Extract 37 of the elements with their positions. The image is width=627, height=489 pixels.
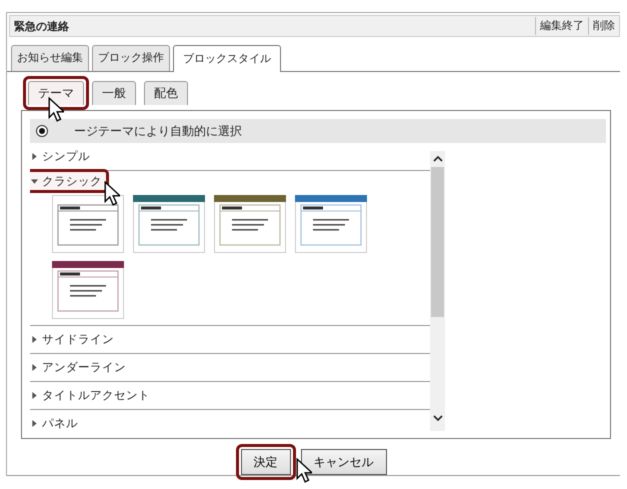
option-row[interactable]: ージテーマにより自動的に選択: [30, 119, 606, 143]
section-header[interactable]: アンダーライン: [30, 352, 133, 383]
dialog-button[interactable]: 決定: [240, 449, 290, 475]
option-label: ージテーマにより自動的に選択: [74, 122, 242, 140]
section-header[interactable]: クラシック: [30, 169, 109, 193]
action-link[interactable]: 削除: [588, 17, 619, 35]
tab[interactable]: 一般: [92, 81, 136, 105]
tab[interactable]: テーマ: [28, 81, 84, 105]
radio-button[interactable]: [36, 125, 48, 137]
cursor-icon: [48, 97, 64, 122]
expand-arrow-icon: [31, 178, 38, 184]
tab[interactable]: お知らせ編集: [11, 45, 89, 71]
scroll-up-icon[interactable]: [432, 156, 442, 162]
theme-thumbnail[interactable]: [295, 195, 367, 253]
tab[interactable]: ブロックスタイル: [173, 45, 281, 72]
theme-thumbnail[interactable]: [214, 195, 286, 253]
section-header[interactable]: パネル: [30, 408, 85, 435]
cursor-icon: [296, 458, 312, 483]
section-header[interactable]: シンプル: [30, 143, 97, 172]
theme-thumbnail[interactable]: [52, 195, 124, 253]
expand-arrow-icon: [31, 336, 38, 343]
theme-thumbnail[interactable]: [133, 195, 205, 253]
panel-title: 緊急の連絡: [13, 18, 70, 34]
scrollbar[interactable]: [430, 151, 445, 431]
tab[interactable]: 配色: [144, 81, 188, 105]
tab[interactable]: ブロック操作: [92, 45, 170, 71]
action-link[interactable]: 編集終了: [535, 17, 588, 35]
expand-arrow-icon: [31, 364, 38, 371]
cursor-icon: [104, 181, 120, 206]
expand-arrow-icon: [31, 392, 38, 399]
expand-arrow-icon: [31, 420, 38, 427]
scroll-down-icon[interactable]: [432, 415, 442, 421]
theme-thumbnail[interactable]: [52, 261, 124, 319]
expand-arrow-icon: [31, 153, 38, 160]
dialog-button[interactable]: キャンセル: [300, 449, 386, 475]
section-header[interactable]: タイトルアクセント: [30, 380, 157, 411]
section-header[interactable]: サイドライン: [30, 324, 121, 355]
